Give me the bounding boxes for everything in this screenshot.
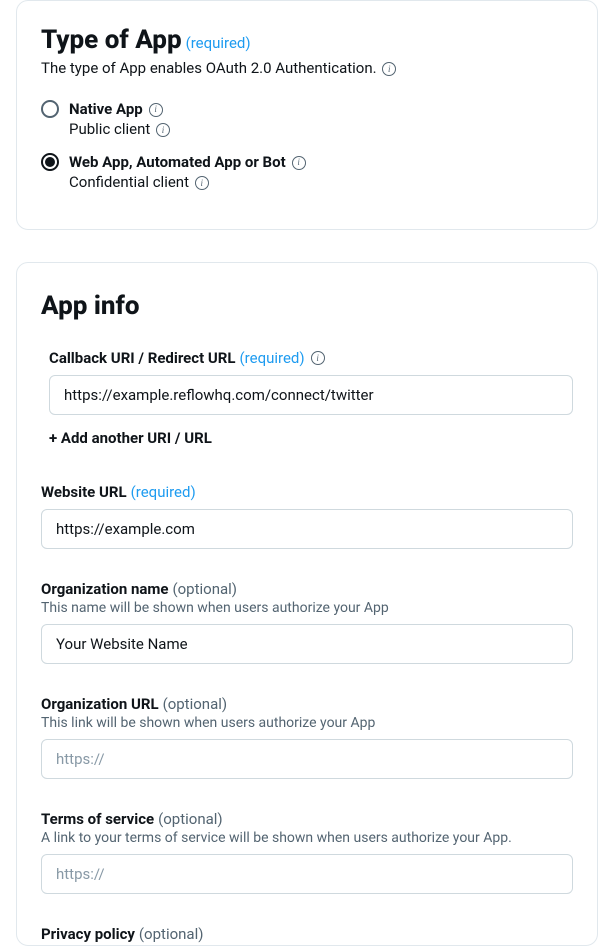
callback-uri-input[interactable]: [49, 375, 573, 415]
app-info-title: App info: [41, 291, 573, 321]
info-icon[interactable]: i: [195, 176, 209, 190]
tos-label: Terms of service: [41, 810, 154, 828]
privacy-label-row: Privacy policy (optional): [41, 924, 573, 943]
required-badge: (required): [131, 483, 196, 501]
radio-web-label: Web App, Automated App or Bot: [69, 153, 286, 171]
optional-badge: (optional): [158, 810, 223, 828]
radio-web-sublabel: Confidential client: [69, 173, 189, 191]
website-url-label-row: Website URL (required): [41, 483, 573, 501]
info-icon[interactable]: i: [311, 351, 325, 365]
radio-native-sublabel: Public client: [69, 120, 150, 138]
radio-web-content: Web App, Automated App or Bot i Confiden…: [69, 152, 573, 191]
org-url-input[interactable]: [41, 739, 573, 779]
optional-badge: (optional): [163, 695, 228, 713]
app-info-card: App info Callback URI / Redirect URL (re…: [16, 262, 598, 946]
optional-badge: (optional): [139, 925, 204, 943]
radio-selected-dot: [45, 157, 55, 167]
org-url-help: This link will be shown when users autho…: [41, 715, 573, 731]
radio-native-label-row: Native App i: [69, 99, 573, 118]
radio-web-app[interactable]: Web App, Automated App or Bot i Confiden…: [41, 152, 573, 191]
info-icon[interactable]: i: [149, 103, 163, 117]
org-name-label-row: Organization name (optional): [41, 579, 573, 598]
org-url-label: Organization URL: [41, 695, 159, 713]
org-url-label-row: Organization URL (optional): [41, 694, 573, 713]
type-of-app-title: Type of App: [41, 25, 182, 55]
tos-label-row: Terms of service (optional): [41, 809, 573, 828]
radio-button-native[interactable]: [41, 100, 59, 118]
info-icon[interactable]: i: [382, 62, 396, 76]
radio-native-content: Native App i Public client i: [69, 99, 573, 138]
required-badge: (required): [240, 349, 305, 367]
radio-native-sublabel-row: Public client i: [69, 120, 573, 138]
org-name-field: Organization name (optional) This name w…: [41, 579, 573, 664]
optional-badge: (optional): [172, 580, 237, 598]
org-name-label: Organization name: [41, 580, 169, 598]
tos-input[interactable]: [41, 854, 573, 894]
website-url-field: Website URL (required): [41, 483, 573, 549]
type-of-app-header: Type of App (required): [41, 25, 573, 55]
callback-uri-field: Callback URI / Redirect URL (required) i…: [41, 349, 573, 447]
privacy-field: Privacy policy (optional): [41, 924, 573, 943]
org-name-input[interactable]: [41, 624, 573, 664]
required-badge: (required): [186, 34, 251, 52]
app-type-radio-group: Native App i Public client i Web App, Au…: [41, 99, 573, 191]
radio-web-label-row: Web App, Automated App or Bot i: [69, 152, 573, 171]
radio-button-web[interactable]: [41, 153, 59, 171]
tos-help: A link to your terms of service will be …: [41, 830, 573, 846]
type-of-app-description: The type of App enables OAuth 2.0 Authen…: [41, 59, 573, 77]
info-icon[interactable]: i: [156, 123, 170, 137]
callback-uri-label-row: Callback URI / Redirect URL (required) i: [49, 349, 573, 367]
type-of-app-card: Type of App (required) The type of App e…: [16, 0, 598, 230]
website-url-label: Website URL: [41, 483, 127, 501]
callback-uri-label: Callback URI / Redirect URL: [49, 349, 236, 367]
radio-native-app[interactable]: Native App i Public client i: [41, 99, 573, 138]
radio-web-sublabel-row: Confidential client i: [69, 173, 573, 191]
info-icon[interactable]: i: [292, 156, 306, 170]
privacy-label: Privacy policy: [41, 925, 135, 943]
tos-field: Terms of service (optional) A link to yo…: [41, 809, 573, 894]
description-text: The type of App enables OAuth 2.0 Authen…: [41, 59, 377, 77]
org-url-field: Organization URL (optional) This link wi…: [41, 694, 573, 779]
org-name-help: This name will be shown when users autho…: [41, 600, 573, 616]
radio-native-label: Native App: [69, 100, 143, 118]
website-url-input[interactable]: [41, 509, 573, 549]
add-another-uri-button[interactable]: + Add another URI / URL: [49, 429, 212, 447]
